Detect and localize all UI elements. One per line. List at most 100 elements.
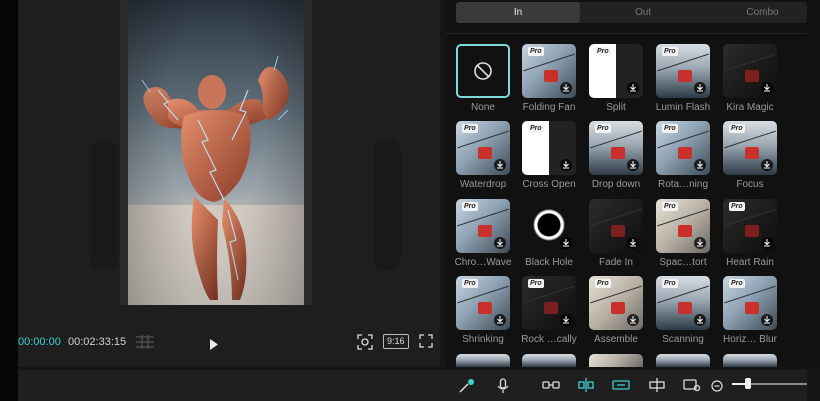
transition-thumbnail[interactable]: Pro [589,44,643,98]
tab-in[interactable]: In [456,2,580,23]
snap-icon[interactable] [577,378,595,397]
transition-item[interactable]: Pro Rota…ning [653,121,713,199]
download-icon[interactable] [761,159,773,171]
grid-icon[interactable] [136,335,154,354]
transition-item[interactable]: Pro Focus [720,121,780,199]
magic-wand-icon[interactable] [458,378,476,399]
transition-label: Drop down [591,179,641,190]
zoom-out-icon[interactable] [711,379,723,397]
transition-item[interactable]: Pro Folding Fan [519,44,579,122]
transition-item[interactable]: Pro Heart Rain [720,199,780,277]
transition-item[interactable]: Pro Assemble [586,276,646,354]
transition-label: Spac…tort [659,257,707,268]
transition-item[interactable]: Pro Cross Open [519,121,579,199]
download-icon[interactable] [694,82,706,94]
transition-item[interactable]: Pro Split [586,44,646,122]
download-icon[interactable] [627,314,639,326]
thumbnail-zoom-icon[interactable] [683,378,701,397]
download-icon[interactable] [761,82,773,94]
transition-thumbnail[interactable]: Pro [522,44,576,98]
transition-thumbnail[interactable]: Pro [456,199,510,253]
transition-thumbnail[interactable] [723,44,777,98]
gondola-image [745,302,759,314]
download-icon[interactable] [761,314,773,326]
transition-thumbnail[interactable] [522,199,576,253]
transition-thumbnail[interactable]: Pro [723,121,777,175]
download-icon[interactable] [694,237,706,249]
transition-thumbnail[interactable]: Pro [522,276,576,330]
download-icon[interactable] [560,237,572,249]
split-icon[interactable] [648,378,666,397]
pro-badge: Pro [528,124,544,133]
transition-thumbnail[interactable]: Pro [723,276,777,330]
download-icon[interactable] [694,159,706,171]
transition-thumbnail-partial[interactable] [723,354,777,367]
tab-out[interactable]: Out [580,2,706,23]
download-icon[interactable] [627,82,639,94]
cable-line [724,285,776,304]
background-silhouette [373,140,401,270]
transition-item[interactable]: Pro Chro…Wave [453,199,513,277]
transition-item[interactable]: Fade In [586,199,646,277]
zoom-slider-handle[interactable] [745,378,751,389]
transition-thumbnail[interactable]: Pro [656,44,710,98]
fit-screen-icon[interactable] [357,334,373,355]
play-icon[interactable] [209,337,219,355]
transition-thumbnail-partial[interactable] [589,354,643,367]
transition-item[interactable]: Pro Scanning [653,276,713,354]
download-icon[interactable] [494,237,506,249]
transition-label: Fade In [599,257,633,268]
transition-label: Shrinking [462,334,504,345]
transition-item[interactable]: Black Hole [519,199,579,277]
transition-thumbnail[interactable]: Pro [589,276,643,330]
download-icon[interactable] [694,314,706,326]
transition-label: Folding Fan [522,102,576,113]
transition-item[interactable]: None [453,44,513,122]
transition-item[interactable]: Pro Lumin Flash [653,44,713,122]
transition-thumbnail[interactable]: Pro [589,121,643,175]
transition-item[interactable]: Kira Magic [720,44,780,122]
transition-label: Split [606,102,626,113]
tab-combo[interactable]: Combo [718,2,807,23]
gondola-image [544,70,558,82]
transition-item[interactable]: Pro Waterdrop [453,121,513,199]
download-icon[interactable] [627,159,639,171]
cable-line [657,53,709,72]
fullscreen-icon[interactable] [419,334,433,353]
cable-line [724,208,776,227]
none-thumbnail[interactable] [456,44,510,98]
link-clips-icon[interactable] [542,378,560,397]
pro-badge: Pro [662,202,678,211]
cable-line [590,208,642,227]
cable-line [657,130,709,149]
transition-thumbnail-partial[interactable] [456,354,510,367]
transition-item[interactable]: Pro Rock …cally [519,276,579,354]
transition-item[interactable]: Pro Spac…tort [653,199,713,277]
left-edge-bottom [0,370,18,401]
transition-thumbnail[interactable]: Pro [656,121,710,175]
transition-thumbnail[interactable]: Pro [656,276,710,330]
transition-label: Focus [736,179,764,190]
download-icon[interactable] [560,314,572,326]
transition-item[interactable]: Pro Horiz… Blur [720,276,780,354]
transition-thumbnail[interactable]: Pro [456,121,510,175]
download-icon[interactable] [627,237,639,249]
download-icon[interactable] [494,314,506,326]
preview-axis-icon[interactable] [612,378,630,397]
download-icon[interactable] [560,82,572,94]
download-icon[interactable] [560,159,572,171]
transition-thumbnail[interactable]: Pro [456,276,510,330]
aspect-ratio-button[interactable]: 9:16 [383,334,409,349]
transition-item[interactable]: Pro Shrinking [453,276,513,354]
download-icon[interactable] [494,159,506,171]
download-icon[interactable] [761,237,773,249]
transition-thumbnail[interactable]: Pro [522,121,576,175]
pro-badge: Pro [729,124,745,133]
transition-thumbnail[interactable] [589,199,643,253]
transition-item[interactable]: Pro Drop down [586,121,646,199]
transition-thumbnail[interactable]: Pro [723,199,777,253]
transition-thumbnail-partial[interactable] [522,354,576,367]
microphone-icon[interactable] [497,378,509,399]
transition-thumbnail-partial[interactable] [656,354,710,367]
transition-thumbnail[interactable]: Pro [656,199,710,253]
